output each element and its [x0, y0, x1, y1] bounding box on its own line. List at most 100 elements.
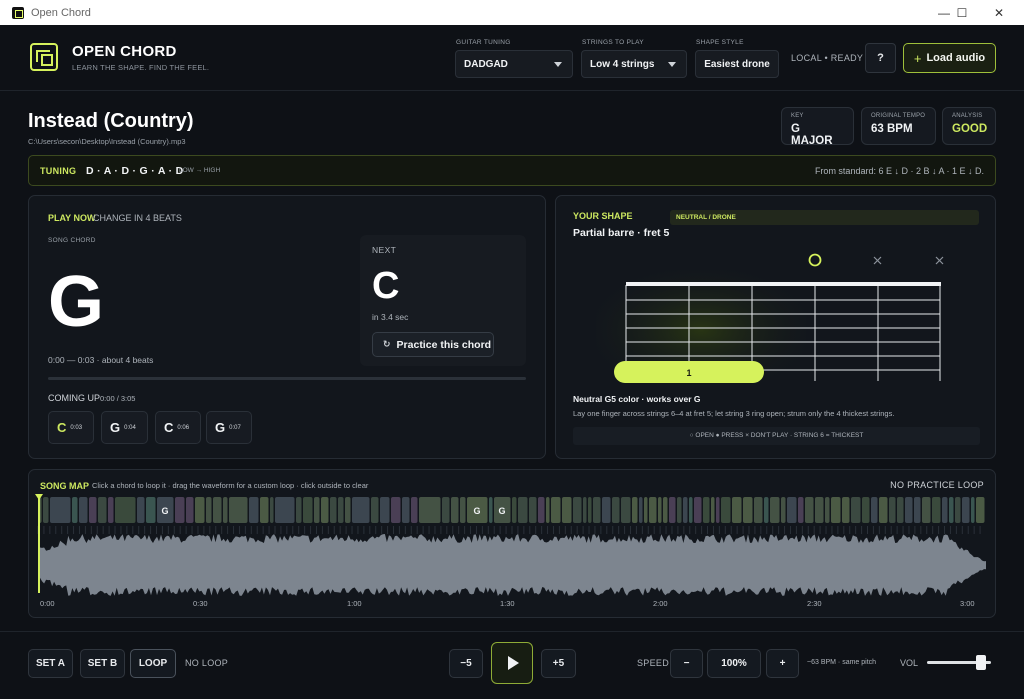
chord-block[interactable]	[922, 497, 931, 523]
chord-block[interactable]	[391, 497, 401, 523]
upcoming-chord-chip[interactable]: G 0:07	[206, 411, 252, 444]
chord-block[interactable]	[639, 497, 643, 523]
chord-block[interactable]	[764, 497, 769, 523]
chord-block[interactable]	[721, 497, 731, 523]
chord-block[interactable]	[529, 497, 537, 523]
chord-block[interactable]	[831, 497, 841, 523]
chord-block[interactable]	[955, 497, 961, 523]
chord-block[interactable]	[538, 497, 545, 523]
chord-block[interactable]	[871, 497, 878, 523]
chord-block[interactable]	[223, 497, 228, 523]
chord-block[interactable]	[781, 497, 786, 523]
chord-block[interactable]	[338, 497, 344, 523]
chord-block[interactable]	[213, 497, 222, 523]
chord-block[interactable]	[551, 497, 561, 523]
chord-block[interactable]	[649, 497, 657, 523]
load-audio-button[interactable]: + Load audio	[903, 43, 996, 73]
chord-block[interactable]	[303, 497, 313, 523]
chord-block[interactable]	[842, 497, 850, 523]
chord-block[interactable]	[98, 497, 107, 523]
speed-increase-button[interactable]: +	[766, 649, 799, 678]
chord-block[interactable]	[677, 497, 682, 523]
chord-block[interactable]	[862, 497, 870, 523]
chord-block[interactable]	[321, 497, 329, 523]
chord-block[interactable]	[79, 497, 88, 523]
upcoming-chord-chip[interactable]: C 0:06	[155, 411, 201, 444]
loop-button[interactable]: LOOP	[130, 649, 176, 678]
chord-block[interactable]	[518, 497, 528, 523]
chord-block[interactable]	[43, 497, 49, 523]
chord-block[interactable]	[787, 497, 797, 523]
chord-block[interactable]	[146, 497, 156, 523]
chord-block[interactable]	[962, 497, 970, 523]
chord-block[interactable]	[889, 497, 896, 523]
chord-block[interactable]	[402, 497, 410, 523]
chord-block[interactable]	[932, 497, 941, 523]
chord-block[interactable]	[621, 497, 631, 523]
chord-block[interactable]	[345, 497, 351, 523]
upcoming-chord-chip[interactable]: G 0:04	[101, 411, 148, 444]
maximize-icon[interactable]: ☐	[944, 0, 980, 25]
chord-block[interactable]	[546, 497, 550, 523]
chord-block[interactable]	[380, 497, 390, 523]
chord-block[interactable]	[851, 497, 861, 523]
chord-block[interactable]	[602, 497, 611, 523]
chord-block[interactable]	[897, 497, 904, 523]
chord-block[interactable]	[260, 497, 269, 523]
chord-block[interactable]	[411, 497, 418, 523]
chord-block[interactable]	[732, 497, 742, 523]
chord-block[interactable]	[330, 497, 337, 523]
strings-select[interactable]: Low 4 strings	[581, 50, 687, 78]
chord-block[interactable]	[949, 497, 954, 523]
chord-block[interactable]	[460, 497, 466, 523]
chord-block[interactable]	[805, 497, 814, 523]
volume-slider-thumb[interactable]	[976, 655, 987, 670]
set-a-button[interactable]: SET A	[28, 649, 73, 678]
chord-block[interactable]	[914, 497, 921, 523]
chord-block[interactable]	[115, 497, 136, 523]
chord-block[interactable]	[683, 497, 688, 523]
chord-block[interactable]	[754, 497, 763, 523]
play-button[interactable]	[491, 642, 533, 684]
chord-block[interactable]	[770, 497, 780, 523]
chord-block[interactable]	[186, 497, 194, 523]
chord-block[interactable]	[50, 497, 71, 523]
chord-block[interactable]	[588, 497, 592, 523]
chord-block[interactable]	[137, 497, 145, 523]
chord-block[interactable]	[562, 497, 572, 523]
chord-block[interactable]	[573, 497, 582, 523]
chord-block[interactable]	[743, 497, 753, 523]
speed-decrease-button[interactable]: −	[670, 649, 703, 678]
chord-block[interactable]	[206, 497, 212, 523]
chord-block[interactable]	[905, 497, 913, 523]
chord-block[interactable]	[815, 497, 824, 523]
shape-style-select[interactable]: Easiest drone	[695, 50, 779, 78]
chord-block[interactable]	[612, 497, 620, 523]
chord-block[interactable]	[314, 497, 320, 523]
chord-block[interactable]	[108, 497, 114, 523]
chord-block[interactable]	[703, 497, 710, 523]
chord-block[interactable]	[512, 497, 517, 523]
chord-block[interactable]	[663, 497, 668, 523]
chord-block[interactable]	[296, 497, 302, 523]
chord-block[interactable]	[451, 497, 459, 523]
chord-block[interactable]	[270, 497, 274, 523]
chord-block[interactable]	[716, 497, 720, 523]
chord-block[interactable]	[352, 497, 370, 523]
song-map-waveform[interactable]: GGG	[29, 470, 997, 619]
back-5-button[interactable]: −5	[449, 649, 483, 678]
chord-block[interactable]	[419, 497, 441, 523]
chord-block[interactable]	[694, 497, 702, 523]
chord-block[interactable]	[632, 497, 638, 523]
chord-block[interactable]	[658, 497, 662, 523]
upcoming-chord-chip[interactable]: C 0:03	[48, 411, 94, 444]
chord-block[interactable]	[711, 497, 715, 523]
chord-block[interactable]	[583, 497, 587, 523]
chord-block[interactable]	[942, 497, 948, 523]
chord-block[interactable]	[89, 497, 97, 523]
chord-block[interactable]	[689, 497, 693, 523]
help-button[interactable]: ?	[865, 43, 896, 73]
playhead-handle[interactable]	[35, 494, 43, 500]
chord-block[interactable]	[275, 497, 295, 523]
chord-block[interactable]	[229, 497, 248, 523]
